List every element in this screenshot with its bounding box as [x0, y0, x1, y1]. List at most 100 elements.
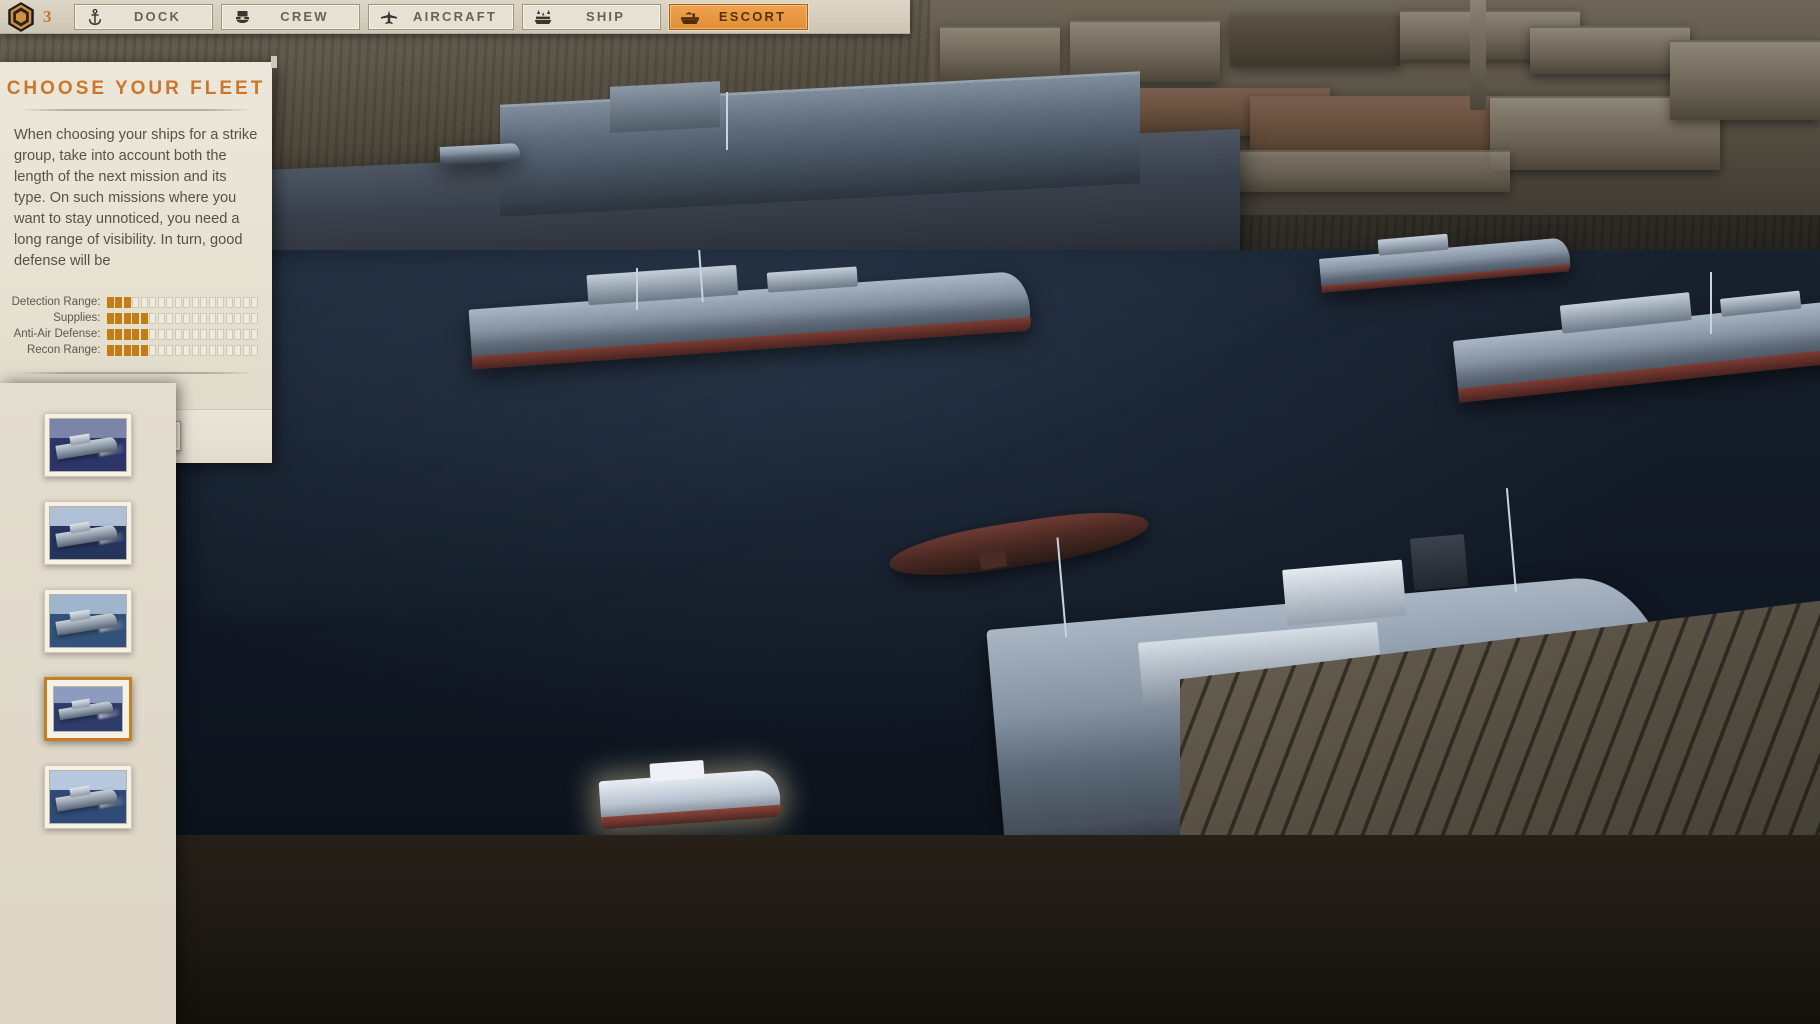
stat-label: Anti-Air Defense: [14, 328, 101, 340]
stat-label: Detection Range: [12, 296, 101, 308]
stat-pip [175, 329, 182, 340]
ship-thumbnail-image [49, 506, 127, 560]
tab-aircraft-label: AIRCRAFT [413, 9, 497, 24]
title-divider [18, 109, 254, 111]
stat-pip [183, 345, 190, 356]
stat-pip [175, 345, 182, 356]
stat-pip [124, 345, 131, 356]
stat-pip [166, 345, 173, 356]
ship-thumbnail-2[interactable] [44, 501, 132, 565]
stat-pip [183, 329, 190, 340]
stat-pip [192, 329, 199, 340]
stat-pip [217, 297, 224, 308]
stat-pip [251, 297, 258, 308]
stat-pip [209, 313, 216, 324]
naval-cap-icon [232, 8, 252, 26]
stat-pip [149, 345, 156, 356]
ship-thumbnail-image [49, 594, 127, 648]
stat-pip [124, 297, 131, 308]
stat-pip [234, 313, 241, 324]
stat-pip [217, 313, 224, 324]
stat-pip [175, 313, 182, 324]
carrier-icon [680, 8, 700, 26]
stat-pip [183, 313, 190, 324]
stat-label: Supplies: [53, 312, 100, 324]
tab-escort[interactable]: ESCORT [669, 4, 808, 30]
stat-pip [175, 297, 182, 308]
rank-badge: 3 [0, 0, 66, 33]
stat-pip [115, 313, 122, 324]
stat-pip [115, 297, 122, 308]
stat-pip [141, 329, 148, 340]
foreground-ground [0, 835, 1820, 1024]
stat-pip [141, 313, 148, 324]
stat-pip [209, 297, 216, 308]
stat-pip [243, 345, 250, 356]
stat-pip [251, 329, 258, 340]
ship-thumbnail-image [49, 418, 127, 472]
stat-pip [107, 313, 114, 324]
destroyer-1-mast-b [636, 268, 638, 310]
stat-row-detection-range: Detection Range: [14, 296, 258, 308]
harbor-scene-3d [0, 0, 1820, 1024]
stat-pip [192, 313, 199, 324]
stat-pip [124, 329, 131, 340]
stat-pip [251, 313, 258, 324]
carrier-mast [726, 92, 728, 150]
tab-ship[interactable]: SHIP [522, 4, 661, 30]
nav-tabs: DOCK CREW [74, 4, 808, 30]
stat-pip [234, 329, 241, 340]
escort-ship-list[interactable] [0, 383, 176, 1024]
cruiser-1-mast [1710, 272, 1712, 334]
ship-thumbnail-4[interactable] [44, 677, 132, 741]
ship-thumbnail-5[interactable] [44, 765, 132, 829]
carrier-island [610, 81, 720, 133]
tab-dock-label: DOCK [119, 9, 196, 24]
stat-pips [107, 345, 259, 356]
tab-aircraft[interactable]: AIRCRAFT [368, 4, 514, 30]
stat-pip [243, 329, 250, 340]
stat-pip [234, 297, 241, 308]
stat-row-anti-air-defense: Anti-Air Defense: [14, 328, 258, 340]
stat-pip [200, 345, 207, 356]
stat-label: Recon Range: [27, 344, 101, 356]
ship-thumbnail-1[interactable] [44, 413, 132, 477]
stat-pip [243, 313, 250, 324]
stat-pip [141, 297, 148, 308]
stat-pip [107, 297, 114, 308]
tab-crew[interactable]: CREW [221, 4, 360, 30]
stat-pip [132, 345, 139, 356]
stat-pip [132, 313, 139, 324]
tab-crew-label: CREW [266, 9, 343, 24]
rank-value: 3 [43, 7, 52, 27]
stat-pip [158, 329, 165, 340]
stat-pip [166, 313, 173, 324]
stat-pip [200, 313, 207, 324]
game-screen: 3 DOCK [0, 0, 1820, 1024]
top-navigation-bar: 3 DOCK [0, 0, 910, 34]
stat-pip [107, 345, 114, 356]
stat-pip [115, 329, 122, 340]
stat-pip [158, 297, 165, 308]
stat-pip [192, 297, 199, 308]
fleet-stats: Detection Range: Supplies: Anti-Air Defe… [0, 288, 272, 362]
warship-icon [533, 8, 553, 26]
stat-pips [107, 313, 259, 324]
stat-pip [149, 297, 156, 308]
stat-pip [124, 313, 131, 324]
panel-title: CHOOSE YOUR FLEET [0, 76, 272, 109]
tab-escort-label: ESCORT [714, 9, 791, 24]
stat-pip [226, 297, 233, 308]
stat-pip [200, 297, 207, 308]
stat-pip [141, 345, 148, 356]
stat-pips [107, 297, 259, 308]
stat-pip [200, 329, 207, 340]
anchor-icon [85, 8, 105, 26]
panel-description: When choosing your ships for a strike gr… [0, 125, 272, 288]
stat-pip [149, 329, 156, 340]
stat-pip [132, 297, 139, 308]
stat-pip [251, 345, 258, 356]
tab-dock[interactable]: DOCK [74, 4, 213, 30]
ship-thumbnail-3[interactable] [44, 589, 132, 653]
stat-pip [234, 345, 241, 356]
